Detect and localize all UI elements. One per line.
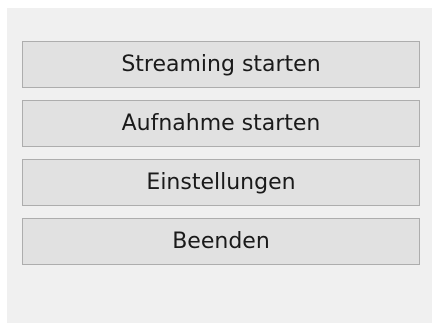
controls-panel: Streaming starten Aufnahme starten Einst… bbox=[7, 8, 432, 323]
start-recording-button[interactable]: Aufnahme starten bbox=[22, 100, 420, 147]
settings-label: Einstellungen bbox=[146, 170, 296, 195]
start-recording-label: Aufnahme starten bbox=[121, 111, 321, 136]
exit-button[interactable]: Beenden bbox=[22, 218, 420, 265]
exit-label: Beenden bbox=[172, 229, 270, 254]
start-streaming-label: Streaming starten bbox=[121, 52, 321, 77]
settings-button[interactable]: Einstellungen bbox=[22, 159, 420, 206]
start-streaming-button[interactable]: Streaming starten bbox=[22, 41, 420, 88]
controls-button-group: Streaming starten Aufnahme starten Einst… bbox=[22, 41, 420, 265]
